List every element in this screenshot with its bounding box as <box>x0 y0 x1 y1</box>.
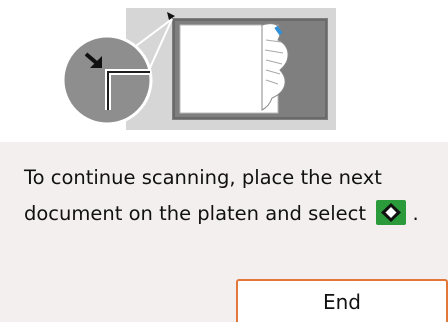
start-color-scan-icon <box>376 200 407 225</box>
document-page-icon <box>179 23 289 114</box>
scan-continue-screen: To continue scanning, place the next doc… <box>0 0 448 322</box>
message-panel: To continue scanning, place the next doc… <box>0 142 448 322</box>
end-button[interactable]: End <box>236 279 448 322</box>
place-document-illustration <box>0 0 448 142</box>
instruction-text: To continue scanning, place the next doc… <box>24 166 382 225</box>
instruction-message: To continue scanning, place the next doc… <box>24 160 424 232</box>
instruction-text-end: . <box>412 202 419 225</box>
